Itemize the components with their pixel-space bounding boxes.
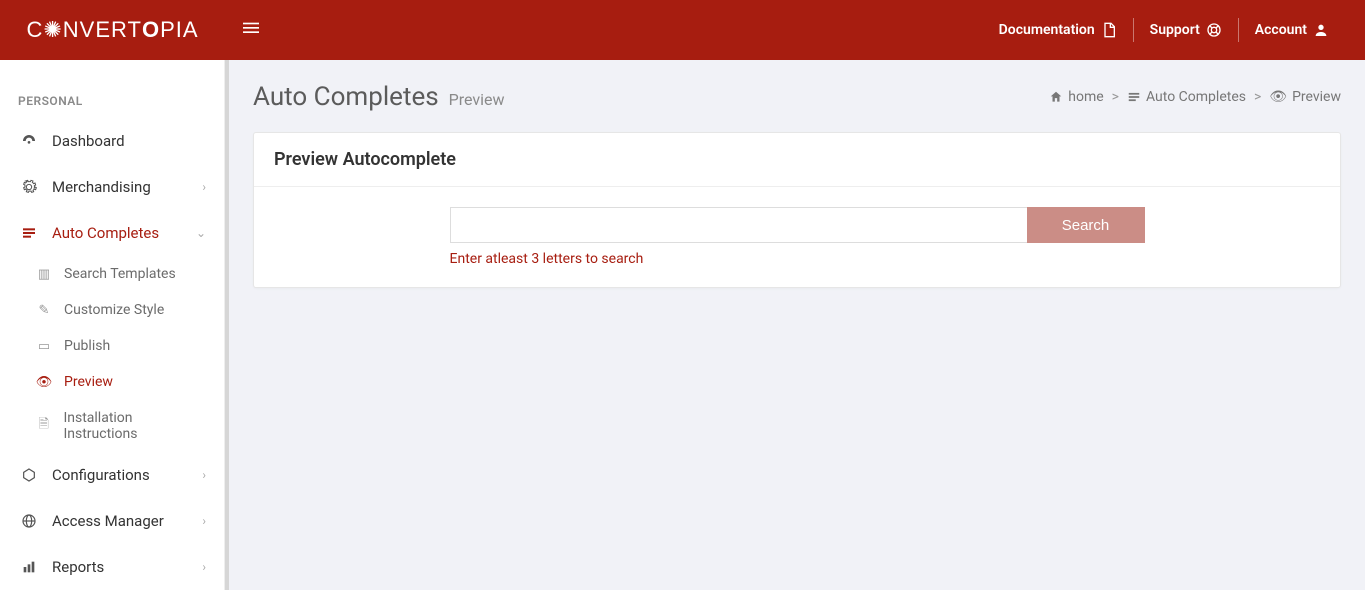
page-title: Auto Completes: [253, 82, 439, 112]
main-content: Auto Completes Preview home > Auto Compl…: [225, 60, 1365, 590]
documentation-link[interactable]: Documentation: [983, 22, 1133, 38]
breadcrumb-home[interactable]: home: [1049, 89, 1103, 105]
breadcrumb-separator: >: [1254, 89, 1261, 105]
search-button[interactable]: Search: [1027, 207, 1145, 243]
autocompletes-submenu: ▥ Search Templates ✎ Customize Style ▭ P…: [0, 256, 224, 452]
sub-label: Installation Instructions: [63, 410, 206, 442]
hexagon-icon: [18, 467, 40, 483]
card-icon: ▭: [34, 339, 54, 354]
nav-label: Merchandising: [52, 178, 202, 196]
document-icon: [1101, 22, 1117, 38]
sub-label: Customize Style: [64, 302, 164, 318]
breadcrumb-home-label: home: [1068, 89, 1103, 105]
breadcrumb-section-label: Auto Completes: [1146, 89, 1246, 105]
nav-label: Auto Completes: [52, 224, 196, 242]
sidebar-item-reports[interactable]: Reports ›: [0, 544, 224, 590]
list-icon: [18, 225, 40, 241]
chevron-right-icon: ›: [202, 560, 206, 574]
life-ring-icon: [1206, 22, 1222, 38]
support-link[interactable]: Support: [1134, 22, 1238, 38]
breadcrumb-section[interactable]: Auto Completes: [1127, 89, 1246, 105]
chevron-right-icon: ›: [202, 514, 206, 528]
nav-label: Dashboard: [52, 132, 206, 150]
breadcrumb-current-label: Preview: [1292, 89, 1341, 105]
gear-icon: [18, 179, 40, 195]
topbar-links: Documentation Support Account: [983, 18, 1365, 42]
topbar: C✺NVERTOPIA Documentation Support Accoun…: [0, 0, 1365, 60]
eye-icon: 👁: [34, 375, 54, 390]
breadcrumb-separator: >: [1112, 89, 1119, 105]
globe-icon: [18, 513, 40, 529]
eye-icon: 👁: [1269, 89, 1287, 105]
subnav-preview[interactable]: 👁 Preview: [0, 364, 224, 400]
sidebar-item-dashboard[interactable]: Dashboard: [0, 118, 224, 164]
page-subtitle: Preview: [449, 90, 505, 109]
brand-text: C✺NVERTOPIA: [26, 17, 198, 43]
sub-label: Search Templates: [64, 266, 176, 282]
sidebar-section-title: PERSONAL: [0, 80, 224, 118]
chevron-right-icon: ›: [202, 180, 206, 194]
subnav-installation[interactable]: 🗎 Installation Instructions: [0, 400, 224, 452]
autocomplete-search-input[interactable]: [450, 207, 1027, 243]
breadcrumb: home > Auto Completes > 👁 Preview: [1049, 89, 1341, 105]
page-header: Auto Completes Preview home > Auto Compl…: [253, 82, 1341, 112]
chevron-down-icon: ⌄: [196, 226, 206, 240]
account-link[interactable]: Account: [1239, 22, 1345, 38]
home-icon: [1049, 90, 1063, 104]
nav-label: Configurations: [52, 466, 202, 484]
edit-icon: ✎: [34, 303, 54, 318]
bar-chart-icon: [18, 559, 40, 575]
nav-label: Access Manager: [52, 512, 202, 530]
brand-logo[interactable]: C✺NVERTOPIA: [0, 0, 225, 60]
subnav-customize-style[interactable]: ✎ Customize Style: [0, 292, 224, 328]
sidebar-item-access-manager[interactable]: Access Manager ›: [0, 498, 224, 544]
sidebar: PERSONAL Dashboard Merchandising › Auto …: [0, 60, 225, 590]
sidebar-toggle-button[interactable]: [225, 20, 277, 40]
dashboard-icon: [18, 133, 40, 149]
hamburger-icon: [243, 20, 259, 36]
sub-label: Publish: [64, 338, 110, 354]
list-icon: [1127, 90, 1141, 104]
panel-title: Preview Autocomplete: [254, 133, 1340, 187]
documentation-label: Documentation: [999, 22, 1095, 38]
file-icon: 🗎: [34, 415, 53, 437]
account-label: Account: [1255, 22, 1307, 38]
subnav-publish[interactable]: ▭ Publish: [0, 328, 224, 364]
subnav-search-templates[interactable]: ▥ Search Templates: [0, 256, 224, 292]
nav-label: Reports: [52, 558, 202, 576]
chevron-right-icon: ›: [202, 468, 206, 482]
sidebar-item-merchandising[interactable]: Merchandising ›: [0, 164, 224, 210]
preview-panel: Preview Autocomplete Search Enter atleas…: [253, 132, 1341, 288]
sidebar-item-configurations[interactable]: Configurations ›: [0, 452, 224, 498]
columns-icon: ▥: [34, 267, 54, 282]
search-hint: Enter atleast 3 letters to search: [450, 251, 1145, 267]
support-label: Support: [1150, 22, 1200, 38]
sub-label: Preview: [64, 374, 113, 390]
breadcrumb-current: 👁 Preview: [1269, 89, 1341, 105]
user-icon: [1313, 22, 1329, 38]
sidebar-item-autocompletes[interactable]: Auto Completes ⌄: [0, 210, 224, 256]
